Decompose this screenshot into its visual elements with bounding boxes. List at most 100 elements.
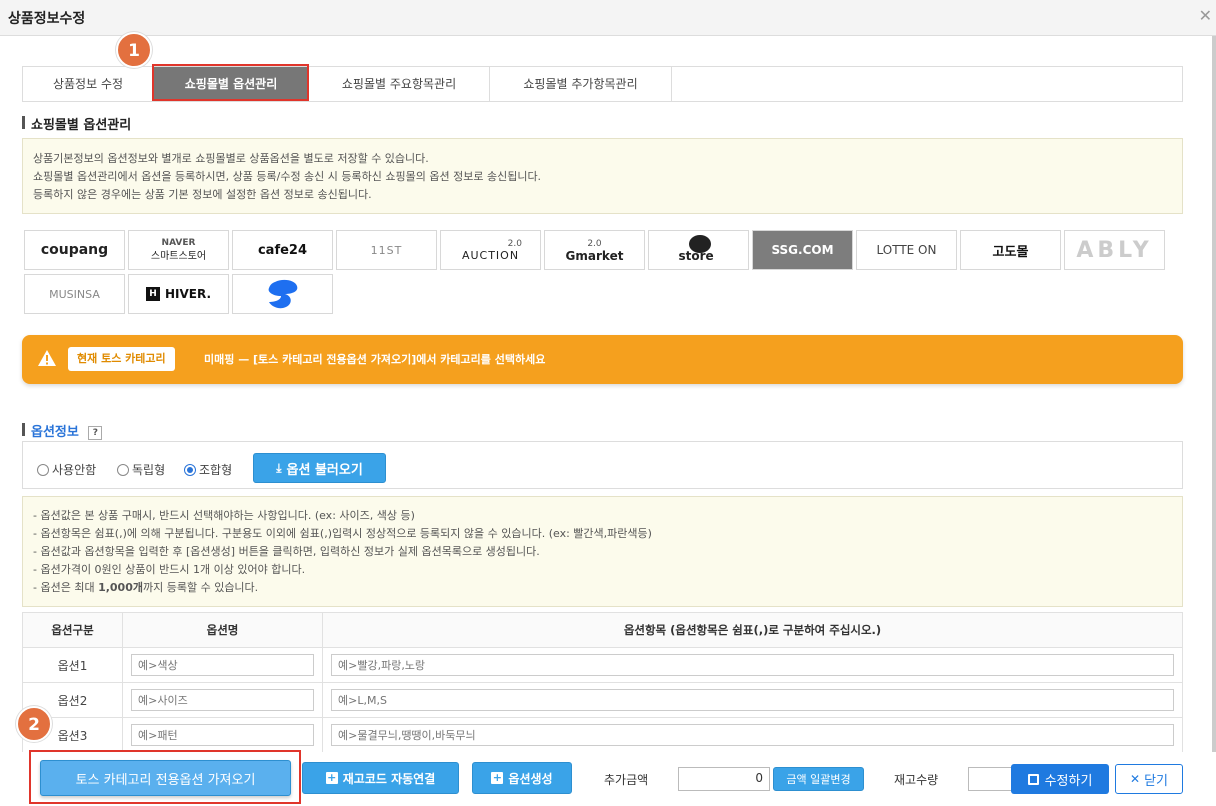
mall-logo-lotteon[interactable]: LOTTE ON xyxy=(856,230,957,270)
auction-logo-text: AUCTION xyxy=(461,249,520,262)
row-label: 옵션1 xyxy=(22,647,123,683)
tab-highlight-box xyxy=(152,64,309,101)
option-items-input[interactable] xyxy=(331,689,1174,711)
tab-mall-main-items[interactable]: 쇼핑몰별 주요항목관리 xyxy=(309,67,490,101)
radio-option-independent[interactable]: 독립형 xyxy=(117,461,165,478)
radio-option-combined[interactable]: 조합형 xyxy=(184,461,232,478)
section-title-mall-option: 쇼핑몰별 옵션관리 xyxy=(22,114,131,133)
store-logo-text: store xyxy=(678,249,714,263)
option-type-bar: 사용안함 독립형 조합형 ⤓ 옵션 불러오기 xyxy=(22,441,1183,489)
create-options-button[interactable]: + 옵션생성 xyxy=(472,762,572,794)
radio-label: 사용안함 xyxy=(52,463,97,477)
note-line: - 옵션값과 옵션항목을 입력한 후 [옵션생성] 버튼을 클릭하면, 입력하신… xyxy=(33,545,540,558)
vertical-scrollbar[interactable] xyxy=(1212,36,1216,806)
note-bold-text: 1,000개 xyxy=(98,581,143,594)
option-name-input[interactable] xyxy=(131,654,314,676)
section-title-option-info: 옵션정보 ? xyxy=(22,421,103,440)
alert-message: 미매핑 — [토스 카테고리 전용옵션 가져오기]에서 카테고리를 선택하세요 xyxy=(204,353,546,366)
note-line: - 옵션항목은 쉼표(,)에 의해 구분됩니다. 구분용도 이외에 쉼표(,)입… xyxy=(33,527,652,540)
notice-line: 쇼핑몰별 옵션관리에서 옵션을 등록하시면, 상품 등록/수정 송신 시 등록하… xyxy=(33,170,542,183)
step-badge-1: 1 xyxy=(116,32,152,68)
option-name-input[interactable] xyxy=(131,724,314,746)
option-table: 옵션구분 옵션명 옵션항목 (옵션항목은 쉼표(,)로 구분하여 주십시오.) … xyxy=(22,612,1183,753)
lotteon-logo-text: LOTTE ON xyxy=(876,243,937,257)
close-x-icon: ✕ xyxy=(1130,772,1141,786)
note-line: - 옵션값은 본 상품 구매시, 반드시 선택해야하는 사항입니다. (ex: … xyxy=(33,509,415,522)
radio-checked-icon xyxy=(184,463,196,476)
notice-line: 상품기본정보의 옵션정보와 별개로 쇼핑몰별로 상품옵션을 별도로 저장할 수 … xyxy=(33,152,429,165)
naver-logo-text: NAVER xyxy=(161,238,196,248)
save-button[interactable]: 수정하기 xyxy=(1011,764,1109,794)
close-icon[interactable]: ✕ xyxy=(1199,6,1212,25)
tab-product-edit[interactable]: 상품정보 수정 xyxy=(23,67,154,101)
godomall-logo-text: 고도몰 xyxy=(992,244,1029,260)
mall-option-notice: 상품기본정보의 옵션정보와 별개로 쇼핑몰별로 상품옵션을 별도로 저장할 수 … xyxy=(22,138,1183,214)
toss-category-chip: 현재 토스 카테고리 xyxy=(68,347,175,371)
option-info-title: 옵션정보 xyxy=(31,425,79,440)
table-header-row: 옵션구분 옵션명 옵션항목 (옵션항목은 쉼표(,)로 구분하여 주십시오.) xyxy=(22,612,1183,648)
mall-logo-ably[interactable]: ABLY xyxy=(1064,230,1165,270)
option-items-input[interactable] xyxy=(331,724,1174,746)
table-row: 옵션1 xyxy=(22,647,1183,683)
download-icon: ⤓ xyxy=(276,460,282,475)
naver-smartstore-text: 스마트스토어 xyxy=(150,251,207,262)
load-options-button[interactable]: ⤓ 옵션 불러오기 xyxy=(253,453,386,483)
close-button[interactable]: ✕ 닫기 xyxy=(1115,764,1183,794)
table-row: 옵션3 xyxy=(22,717,1183,753)
ssg-logo-text: SSG.COM xyxy=(771,243,834,257)
floppy-disk-icon xyxy=(1027,773,1039,785)
load-options-label: 옵션 불러오기 xyxy=(286,462,363,478)
toss-button-highlight-box xyxy=(29,750,301,804)
mall-logo-cafe24[interactable]: cafe24 xyxy=(232,230,333,270)
radio-circle-icon xyxy=(37,463,49,476)
hiver-h-icon: H xyxy=(145,287,160,301)
radio-circle-icon xyxy=(117,463,129,476)
ably-logo-text: ABLY xyxy=(1076,237,1153,263)
mall-logo-auction[interactable]: 2.0 AUCTION xyxy=(440,230,541,270)
mall-logo-toss-store[interactable]: store xyxy=(648,230,749,270)
mall-logo-musinsa[interactable]: MUSINSA xyxy=(24,274,125,314)
plus-square-icon: + xyxy=(325,771,338,784)
note-text: - 옵션은 최대 xyxy=(33,581,99,594)
save-button-label: 수정하기 xyxy=(1044,773,1093,789)
create-options-label: 옵션생성 xyxy=(508,771,553,786)
option-items-input[interactable] xyxy=(331,654,1174,676)
tab-mall-extra-items[interactable]: 쇼핑몰별 추가항목관리 xyxy=(490,67,672,101)
radio-label: 독립형 xyxy=(132,463,166,477)
note-text: 까지 등록할 수 있습니다. xyxy=(142,581,259,594)
option-name-input[interactable] xyxy=(131,689,314,711)
bulk-price-change-button[interactable]: 금액 일괄변경 xyxy=(773,767,864,791)
col-header-option-name: 옵션명 xyxy=(122,612,323,648)
add-price-input[interactable]: 0 xyxy=(678,767,770,791)
help-icon[interactable]: ? xyxy=(88,425,103,440)
notice-line: 등록하지 않은 경우에는 상품 기본 정보에 설정한 옵션 정보로 송신됩니다. xyxy=(33,188,372,201)
toss-category-alert: 현재 토스 카테고리 미매핑 — [토스 카테고리 전용옵션 가져오기]에서 카… xyxy=(22,335,1183,384)
stock-code-link-button[interactable]: + 재고코드 자동연결 xyxy=(302,762,459,794)
add-price-label: 추가금액 xyxy=(604,773,649,787)
coupang-logo-text: coupang xyxy=(40,242,109,258)
option-notes: - 옵션값은 본 상품 구매시, 반드시 선택해야하는 사항입니다. (ex: … xyxy=(22,496,1183,607)
toss-logo-icon xyxy=(268,279,297,309)
col-header-option-type: 옵션구분 xyxy=(22,612,123,648)
mall-logo-godomall[interactable]: 고도몰 xyxy=(960,230,1061,270)
radio-label: 조합형 xyxy=(199,463,233,477)
hiver-logo-text: HIVER. xyxy=(164,287,211,301)
mall-logo-ssg[interactable]: SSG.COM xyxy=(752,230,853,270)
mall-logo-naver[interactable]: NAVER 스마트스토어 xyxy=(128,230,229,270)
gmarket-logo-text: Gmarket xyxy=(565,249,624,263)
radio-option-none[interactable]: 사용안함 xyxy=(37,461,96,478)
11st-logo-text: 11ST xyxy=(370,243,403,257)
mall-logo-toss[interactable] xyxy=(232,274,333,314)
close-button-label: 닫기 xyxy=(1144,773,1168,789)
musinsa-logo-text: MUSINSA xyxy=(49,287,100,301)
warning-icon xyxy=(38,350,56,366)
mall-logo-11st[interactable]: 11ST xyxy=(336,230,437,270)
window-title: 상품정보수정 xyxy=(8,11,86,27)
cafe24-logo-text: cafe24 xyxy=(257,242,308,258)
col-header-option-items: 옵션항목 (옵션항목은 쉼표(,)로 구분하여 주십시오.) xyxy=(322,612,1183,648)
mall-logo-coupang[interactable]: coupang xyxy=(24,230,125,270)
mall-logo-gmarket[interactable]: 2.0 Gmarket xyxy=(544,230,645,270)
stock-code-link-label: 재고코드 자동연결 xyxy=(342,771,436,786)
note-line: - 옵션은 최대 1,000개까지 등록할 수 있습니다. xyxy=(33,579,1172,597)
mall-logo-hiver[interactable]: H HIVER. xyxy=(128,274,229,314)
